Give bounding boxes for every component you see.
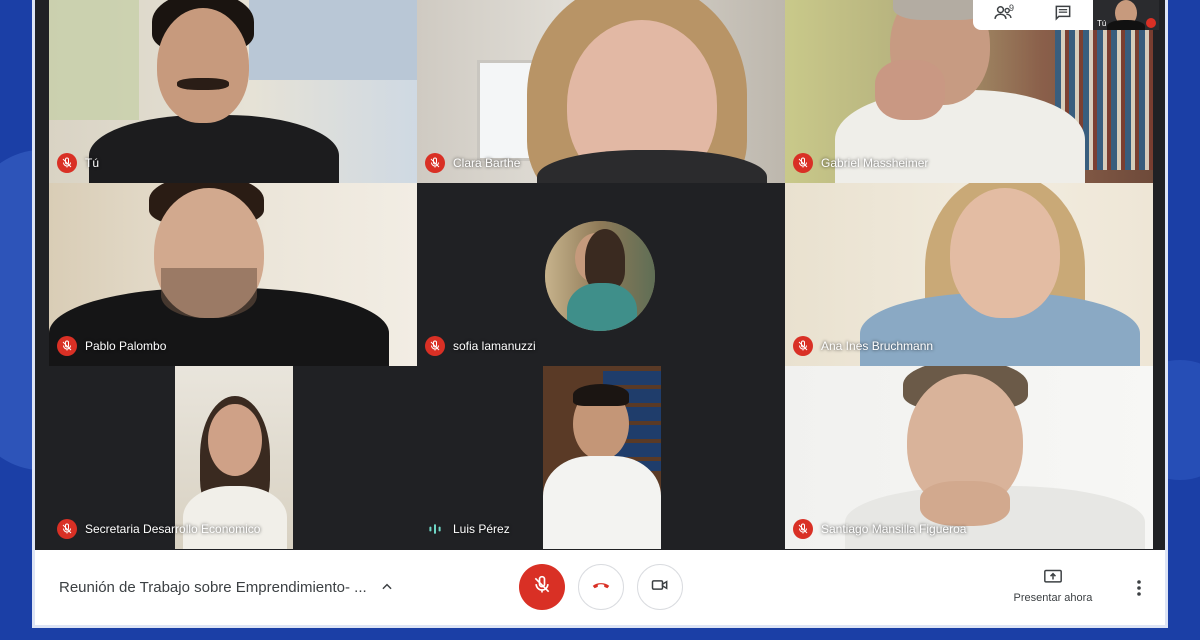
video-tile[interactable]: Santiago Mansilla Figueroa bbox=[785, 366, 1153, 549]
participant-label: Luis Pérez bbox=[425, 519, 510, 539]
video-tile[interactable]: Tú bbox=[49, 0, 417, 183]
participant-name: Santiago Mansilla Figueroa bbox=[821, 522, 967, 536]
people-count: 9 bbox=[1009, 3, 1015, 13]
present-now-label: Presentar ahora bbox=[1013, 592, 1093, 604]
video-tile[interactable]: Clara Barthe bbox=[417, 0, 785, 183]
video-feed bbox=[49, 0, 417, 183]
participant-label: Tú bbox=[57, 153, 99, 173]
video-feed bbox=[543, 366, 661, 549]
self-view-thumbnail[interactable]: Tú bbox=[1093, 0, 1159, 30]
video-tile[interactable]: sofia lamanuzzi bbox=[417, 183, 785, 366]
participant-label: Secretaria Desarrollo Economico bbox=[57, 519, 260, 539]
microphone-toggle-button[interactable] bbox=[519, 564, 565, 610]
mic-off-icon bbox=[425, 153, 445, 173]
people-button[interactable]: 9 bbox=[973, 0, 1033, 30]
participant-label: Gabriel Massheimer bbox=[793, 153, 928, 173]
video-tile[interactable]: Secretaria Desarrollo Economico bbox=[49, 366, 417, 549]
participant-label: Clara Barthe bbox=[425, 153, 520, 173]
avatar bbox=[545, 221, 655, 331]
meet-window: Tú Clara Barthe Gabriel Massheimer Pablo… bbox=[32, 0, 1168, 628]
participant-name: Ana Ines Bruchmann bbox=[821, 339, 934, 353]
mic-off-icon bbox=[532, 575, 552, 600]
participant-label: Ana Ines Bruchmann bbox=[793, 336, 933, 356]
top-right-toolbar: 9 Tú bbox=[973, 0, 1159, 30]
video-grid: Tú Clara Barthe Gabriel Massheimer Pablo… bbox=[49, 0, 1153, 550]
present-now-button[interactable]: Presentar ahora bbox=[1003, 568, 1103, 604]
participant-name: Tú bbox=[85, 156, 100, 170]
mic-off-icon bbox=[793, 336, 813, 356]
mic-off-icon bbox=[57, 519, 77, 539]
end-call-button[interactable] bbox=[578, 564, 624, 610]
phone-hangup-icon bbox=[590, 574, 612, 601]
present-screen-icon bbox=[1003, 568, 1103, 586]
video-tile[interactable]: Luis Pérez bbox=[417, 366, 785, 549]
self-view-label: Tú bbox=[1097, 19, 1107, 28]
chat-button[interactable] bbox=[1033, 0, 1093, 30]
mic-off-icon bbox=[1146, 18, 1156, 28]
participant-name: sofia lamanuzzi bbox=[453, 339, 536, 353]
participant-name: Pablo Palombo bbox=[85, 339, 167, 353]
mic-off-icon bbox=[57, 336, 77, 356]
mic-off-icon bbox=[57, 153, 77, 173]
chat-icon bbox=[1053, 3, 1073, 28]
participant-name: Luis Pérez bbox=[453, 522, 510, 536]
participant-label: Santiago Mansilla Figueroa bbox=[793, 519, 966, 539]
participant-label: sofia lamanuzzi bbox=[425, 336, 536, 356]
speaking-indicator-icon bbox=[425, 519, 445, 539]
participant-name: Clara Barthe bbox=[453, 156, 521, 170]
participant-name: Secretaria Desarrollo Economico bbox=[85, 522, 261, 536]
bottom-control-bar: Reunión de Trabajo sobre Emprendimiento-… bbox=[35, 550, 1165, 625]
participant-name: Gabriel Massheimer bbox=[821, 156, 929, 170]
mic-off-icon bbox=[793, 519, 813, 539]
mic-off-icon bbox=[425, 336, 445, 356]
meeting-title[interactable]: Reunión de Trabajo sobre Emprendimiento-… bbox=[59, 579, 367, 596]
chevron-up-icon[interactable] bbox=[375, 575, 399, 599]
video-tile[interactable]: Ana Ines Bruchmann bbox=[785, 183, 1153, 366]
camera-toggle-button[interactable] bbox=[637, 564, 683, 610]
mic-off-icon bbox=[793, 153, 813, 173]
video-tile[interactable]: Pablo Palombo bbox=[49, 183, 417, 366]
more-options-icon[interactable] bbox=[1127, 576, 1151, 600]
participant-label: Pablo Palombo bbox=[57, 336, 166, 356]
video-camera-icon bbox=[650, 575, 670, 600]
